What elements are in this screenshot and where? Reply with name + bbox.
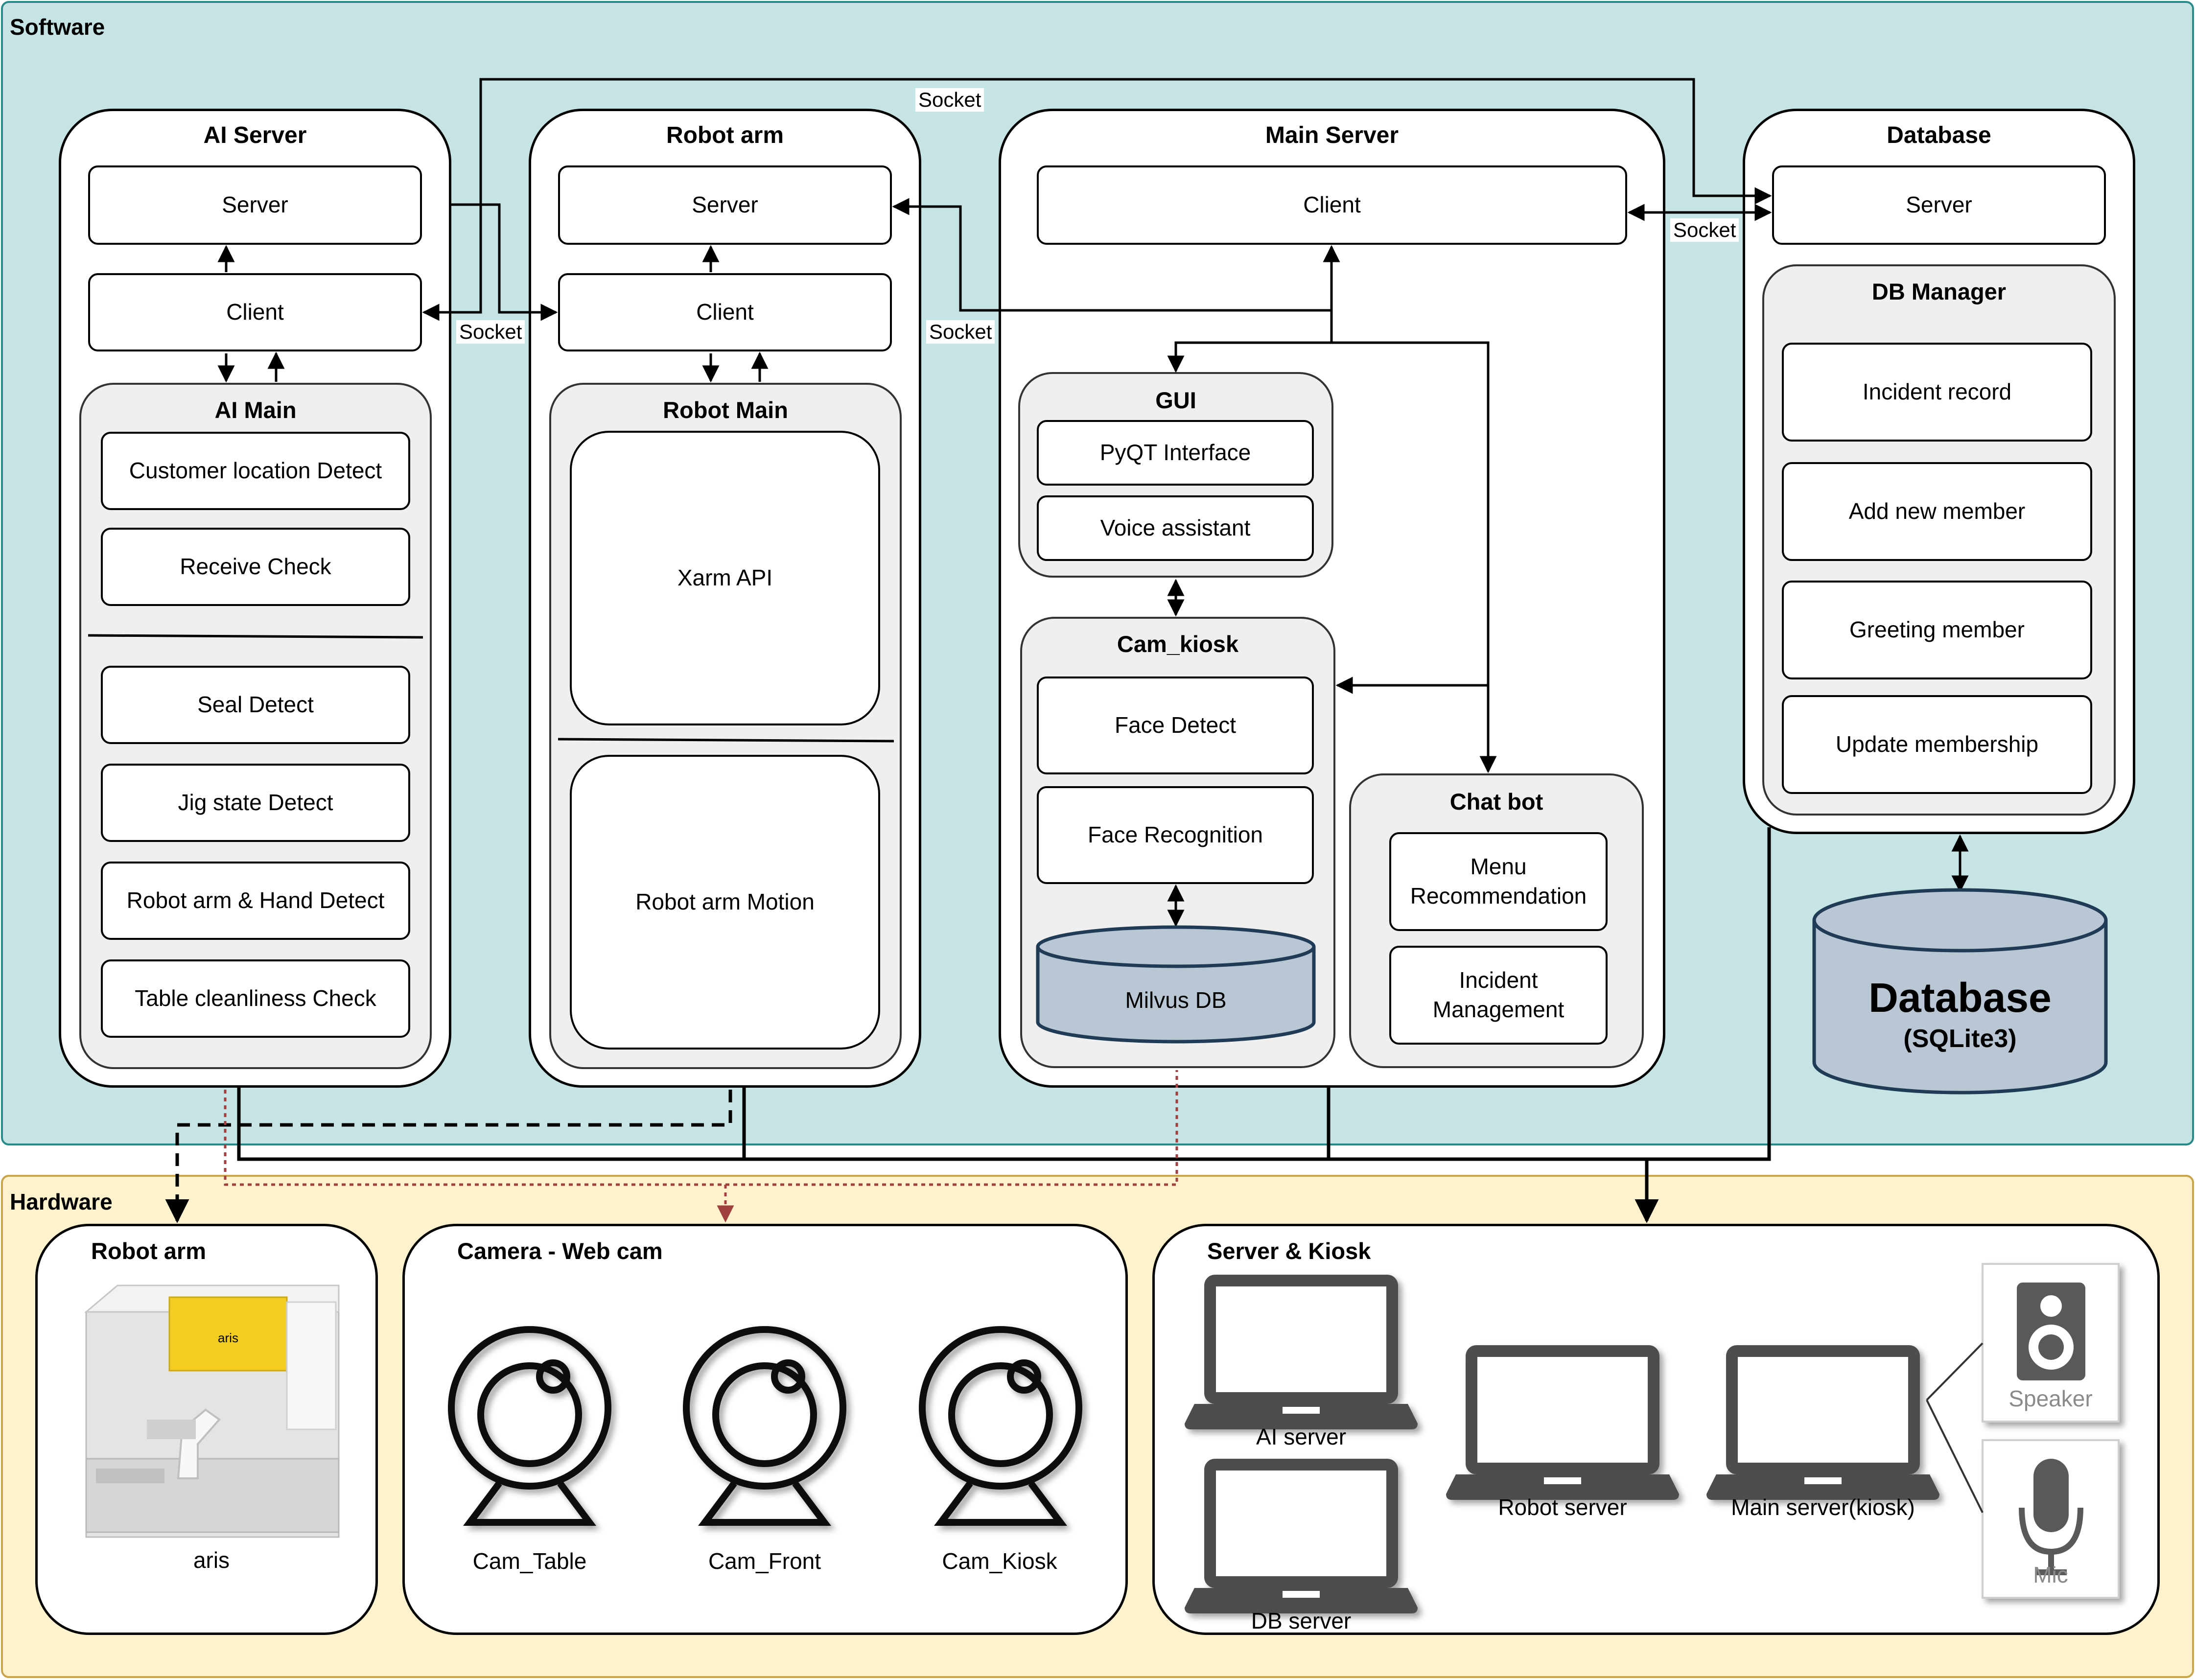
hw-robot-arm-group bbox=[35, 1224, 378, 1635]
milvus-db-label: Milvus DB bbox=[1125, 987, 1227, 1013]
cam-kiosk-title: Cam_kiosk bbox=[1117, 631, 1239, 657]
db-item-incident-record: Incident record bbox=[1782, 343, 2092, 442]
ai-item-table-clean: Table cleanliness Check bbox=[101, 959, 410, 1038]
architecture-diagram: Software Hardware AI Server Server Clien… bbox=[0, 0, 2195, 1680]
sqlite-cylinder-sub: (SQLite3) bbox=[1903, 1025, 2017, 1053]
database-title: Database bbox=[1887, 122, 1991, 148]
robot-main-title: Robot Main bbox=[663, 397, 788, 423]
db-manager-title: DB Manager bbox=[1871, 279, 2007, 304]
main-server-client-box: Client bbox=[1037, 165, 1627, 245]
hw-camera-title: Camera - Web cam bbox=[457, 1238, 663, 1264]
software-lane-title: Software bbox=[10, 14, 105, 40]
robot-server-hw-label: Robot server bbox=[1498, 1494, 1627, 1520]
ai-server-hw-label: AI server bbox=[1256, 1424, 1347, 1449]
gui-item-pyqt: PyQT Interface bbox=[1037, 420, 1314, 486]
socket-label-ai-robot: Socket bbox=[456, 320, 525, 344]
ai-item-customer-location: Customer location Detect bbox=[101, 432, 410, 510]
socket-label-main-robot: Socket bbox=[926, 320, 995, 344]
speaker-label: Speaker bbox=[2008, 1386, 2093, 1411]
socket-label-main-db: Socket bbox=[1670, 218, 1739, 242]
robot-arm-title: Robot arm bbox=[666, 122, 784, 148]
ai-main-title: AI Main bbox=[214, 397, 297, 423]
main-server-title: Main Server bbox=[1265, 122, 1399, 148]
aris-brand-text: aris bbox=[218, 1330, 238, 1345]
ai-server-title: AI Server bbox=[203, 122, 307, 148]
hw-robot-arm-title: Robot arm bbox=[91, 1238, 206, 1264]
chatbot-item-incident: Incident Management bbox=[1389, 946, 1608, 1045]
db-server-hw-label: DB server bbox=[1251, 1608, 1352, 1633]
robot-item-xarm-api: Xarm API bbox=[570, 431, 880, 725]
socket-label-top: Socket bbox=[915, 88, 984, 112]
hw-robot-arm-label: aris bbox=[193, 1547, 230, 1573]
ai-server-server-box: Server bbox=[88, 165, 422, 245]
cam-item-face-detect: Face Detect bbox=[1037, 677, 1314, 774]
ai-server-client-box: Client bbox=[88, 273, 422, 351]
gui-title: GUI bbox=[1155, 387, 1196, 413]
hardware-lane-title: Hardware bbox=[10, 1189, 113, 1214]
chatbot-item-menu: Menu Recommendation bbox=[1389, 832, 1608, 931]
db-item-greeting-member: Greeting member bbox=[1782, 581, 2092, 679]
cam-item-face-recognition: Face Recognition bbox=[1037, 786, 1314, 884]
ai-item-robot-hand: Robot arm & Hand Detect bbox=[101, 862, 410, 940]
sqlite-cylinder-title: Database bbox=[1868, 975, 2052, 1021]
mic-label: Mic bbox=[2033, 1562, 2068, 1587]
robot-item-motion: Robot arm Motion bbox=[570, 755, 880, 1050]
ai-item-jig-state: Jig state Detect bbox=[101, 764, 410, 842]
db-item-update-membership: Update membership bbox=[1782, 695, 2092, 794]
robot-arm-server-box: Server bbox=[558, 165, 892, 245]
ai-item-seal-detect: Seal Detect bbox=[101, 666, 410, 744]
cam-kiosk-label: Cam_Kiosk bbox=[942, 1548, 1057, 1574]
ai-item-receive-check: Receive Check bbox=[101, 528, 410, 606]
database-server-box: Server bbox=[1772, 165, 2106, 245]
chatbot-title: Chat bot bbox=[1449, 789, 1543, 815]
db-item-add-member: Add new member bbox=[1782, 462, 2092, 561]
gui-item-voice: Voice assistant bbox=[1037, 495, 1314, 561]
cam-front-label: Cam_Front bbox=[708, 1548, 821, 1574]
main-server-kiosk-hw-label: Main server(kiosk) bbox=[1731, 1494, 1915, 1520]
cam-table-label: Cam_Table bbox=[472, 1548, 587, 1574]
robot-arm-client-box: Client bbox=[558, 273, 892, 351]
hw-server-kiosk-title: Server & Kiosk bbox=[1207, 1238, 1371, 1264]
